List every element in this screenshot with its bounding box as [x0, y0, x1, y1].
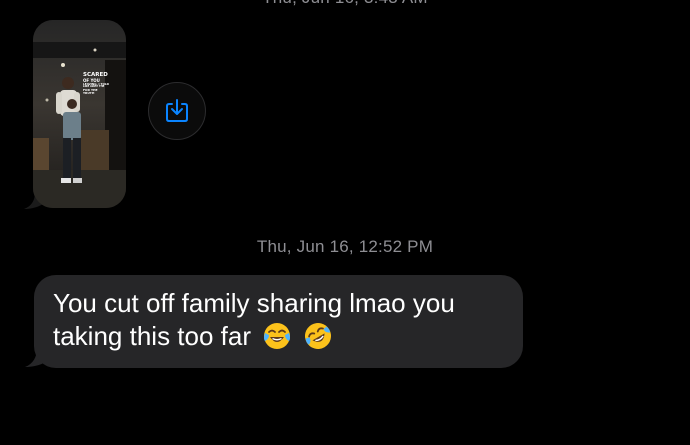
face-with-tears-of-joy-emoji — [262, 321, 292, 351]
timestamp-middle: Thu, Jun 16, 12:52 PM — [256, 237, 434, 256]
video-thumbnail[interactable]: SCARED OF YOU LEAVING, I TOLD LIKE AWAY … — [33, 20, 126, 208]
message-line-2-text: taking this too far — [53, 321, 251, 351]
incoming-message-bubble[interactable]: You cut off family sharing lmao you taki… — [34, 275, 523, 368]
save-media-button[interactable] — [148, 82, 206, 140]
message-line-1: You cut off family sharing lmao you — [53, 288, 455, 318]
message-line-2: taking this too far — [53, 320, 503, 353]
video-frame-image — [33, 20, 126, 208]
download-tray-icon — [166, 99, 188, 122]
caption-line: TRUTH — [83, 90, 95, 95]
timestamp-top: Thu, Jun 16, 3:43 AM — [0, 0, 690, 8]
rolling-on-the-floor-laughing-emoji — [303, 321, 333, 351]
thumbnail-caption: SCARED OF YOU LEAVING, I TOLD LIKE AWAY … — [83, 72, 123, 95]
